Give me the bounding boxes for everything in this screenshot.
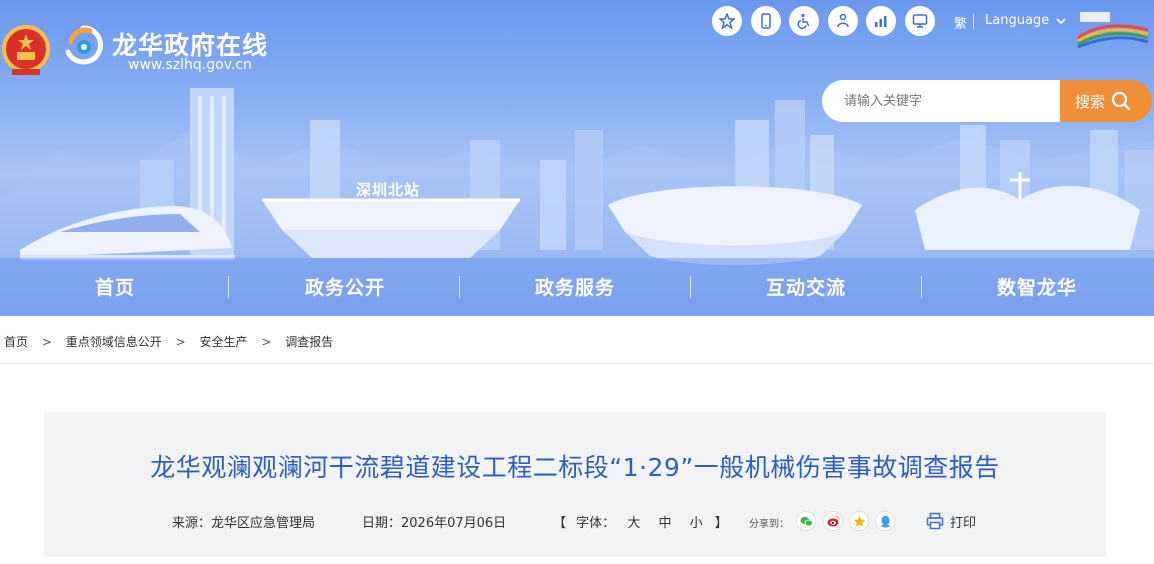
breadcrumb-separator: > [175,335,186,349]
font-size-medium[interactable]: 中 [658,516,671,531]
person-icon[interactable] [828,6,858,36]
longhua-logo-icon [65,25,103,65]
shenzhen-logo-icon[interactable] [1074,8,1152,50]
font-size-large[interactable]: 大 [627,516,640,531]
header-banner: 龙华政府在线 www.szlhq.gov.cn 繁 Language 请输入关键… [0,0,1154,316]
chart-icon[interactable] [866,6,896,36]
main-nav: 首页 政务公开 政务服务 互动交流 数智龙华 [0,268,1154,308]
mobile-icon[interactable] [751,6,781,36]
nav-item-digital-longhua[interactable]: 数智龙华 [922,268,1152,308]
nav-item-gov-services[interactable]: 政务服务 [460,268,690,308]
breadcrumb-item-key-info[interactable]: 重点领域信息公开 [66,333,162,350]
wechat-icon[interactable] [796,511,816,531]
nav-item-gov-affairs-public[interactable]: 政务公开 [230,268,460,308]
breadcrumb-item-home[interactable]: 首页 [4,333,28,350]
print-label: 打印 [950,515,977,531]
share-label: 分享到： [749,519,789,530]
breadcrumb-separator: > [41,335,52,349]
nav-item-interaction[interactable]: 互动交流 [691,268,921,308]
breadcrumb-divider [0,363,1154,364]
monitor-icon[interactable] [905,6,935,36]
search-icon [1111,91,1131,111]
article-source: 来源：龙华区应急管理局 [172,516,316,531]
font-size-label: 字体： [576,516,616,531]
search-input[interactable] [822,80,1062,122]
breadcrumb-separator: > [261,335,272,349]
breadcrumb-item-safety[interactable]: 安全生产 [199,333,247,350]
printer-icon [926,512,944,530]
bracket-open: 【 [553,516,567,531]
article-title: 龙华观澜观澜河干流碧道建设工程二标段“1·29”一般机械伤害事故调查报告 [150,453,1000,482]
national-emblem-icon [2,25,50,75]
font-size-control: 【 字体： 大 中 小 】 [553,512,728,531]
search-button[interactable]: 搜索 [1060,80,1152,122]
header-divider [973,14,974,29]
breadcrumb: 首页 > 重点领域信息公开 > 安全生产 > 调查报告 [4,333,333,351]
site-url[interactable]: www.szlhq.gov.cn [128,57,252,73]
bracket-close: 】 [714,516,728,531]
print-button[interactable]: 打印 [926,510,976,532]
station-label: 深圳北站 [356,181,421,199]
weibo-icon[interactable] [823,511,843,531]
language-label: Language [985,13,1050,28]
nav-item-home[interactable]: 首页 [0,268,230,308]
language-selector[interactable]: Language [985,13,1066,28]
qq-icon[interactable] [875,511,895,531]
traditional-chinese-link[interactable]: 繁 [954,13,967,32]
star-icon[interactable] [712,6,742,36]
wheelchair-icon[interactable] [789,6,819,36]
favorite-icon[interactable] [849,511,869,531]
article-date: 日期：2026年07月06日 [362,516,507,531]
search-button-label: 搜索 [1075,92,1106,111]
font-size-small[interactable]: 小 [690,516,703,531]
article-header: 龙华观澜观澜河干流碧道建设工程二标段“1·29”一般机械伤害事故调查报告 来源：… [44,412,1106,557]
chevron-down-icon [1056,17,1066,24]
nav-divider [228,276,229,298]
breadcrumb-item-report[interactable]: 调查报告 [285,333,333,350]
